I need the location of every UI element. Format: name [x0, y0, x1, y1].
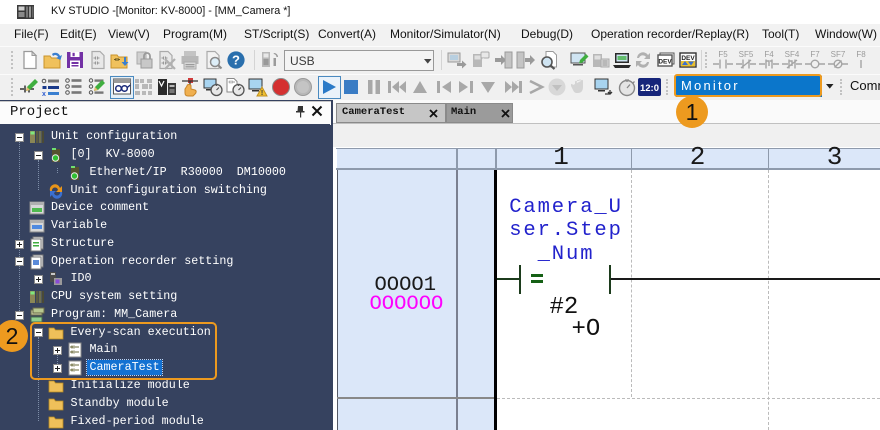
svg-text:F7: F7 [810, 50, 820, 59]
svg-text:F8: F8 [856, 50, 866, 59]
svg-text:SF5: SF5 [739, 50, 754, 59]
svg-text:!: ! [261, 90, 263, 97]
svg-text:x: x [42, 91, 46, 97]
svg-text:DEV: DEV [658, 59, 672, 66]
svg-text:DEV: DEV [681, 55, 695, 62]
svg-text:F4: F4 [764, 50, 774, 59]
svg-text:SF7: SF7 [831, 50, 846, 59]
svg-text:SF4: SF4 [785, 50, 800, 59]
svg-text:?: ? [232, 52, 240, 67]
svg-text:12:0: 12:0 [640, 83, 659, 94]
svg-text:F5: F5 [718, 50, 728, 59]
